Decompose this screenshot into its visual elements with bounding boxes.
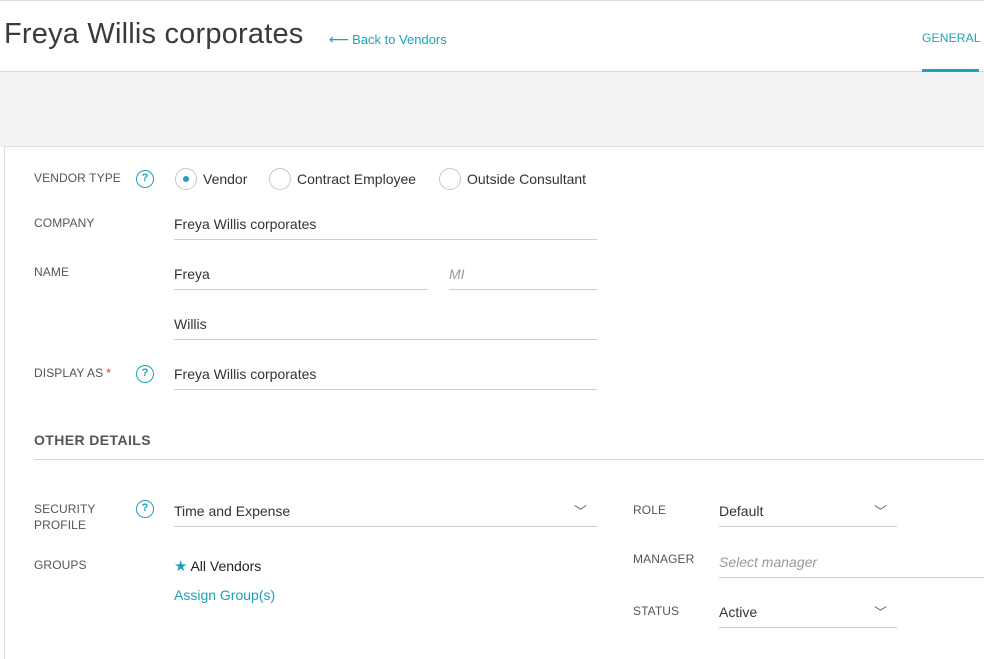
groups-label: GROUPS xyxy=(34,558,87,572)
required-marker: * xyxy=(106,366,112,380)
security-profile-label: SECURITY PROFILE xyxy=(34,502,96,532)
display-as-input[interactable]: Freya Willis corporates xyxy=(174,360,597,390)
status-select[interactable]: Active ﹀ xyxy=(719,598,897,628)
status-value: Active xyxy=(719,604,758,620)
vendor-type-help-icon[interactable]: ? xyxy=(136,170,154,188)
security-profile-help-icon[interactable]: ? xyxy=(136,500,154,518)
star-icon: ★ xyxy=(174,558,188,575)
first-name-input[interactable]: Freya xyxy=(174,260,428,290)
group-chip: ★ All Vendors xyxy=(174,557,261,575)
manager-label: MANAGER xyxy=(633,552,695,566)
section-divider xyxy=(34,459,984,460)
security-profile-select[interactable]: Time and Expense ﹀ xyxy=(174,497,597,527)
assign-groups-link[interactable]: Assign Group(s) xyxy=(174,587,275,603)
back-to-vendors-link[interactable]: ⟵ Back to Vendors xyxy=(329,31,447,48)
display-as-help-icon[interactable]: ? xyxy=(136,365,154,383)
header-spacer xyxy=(0,72,984,147)
company-input[interactable]: Freya Willis corporates xyxy=(174,210,597,240)
middle-initial-input[interactable]: MI xyxy=(449,260,597,290)
first-name-value: Freya xyxy=(174,266,210,282)
page-title: Freya Willis corporates xyxy=(4,18,304,50)
display-as-value: Freya Willis corporates xyxy=(174,366,317,382)
name-label: NAME xyxy=(34,265,70,279)
radio-unchecked-icon xyxy=(439,168,461,190)
radio-unchecked-icon xyxy=(269,168,291,190)
radio-vendor-label: Vendor xyxy=(203,171,248,187)
chevron-down-icon: ﹀ xyxy=(873,504,887,519)
last-name-input[interactable]: Willis xyxy=(174,310,597,340)
last-name-value: Willis xyxy=(174,316,207,332)
status-label: STATUS xyxy=(633,604,680,618)
radio-vendor[interactable]: Vendor xyxy=(175,168,247,190)
manager-placeholder: Select manager xyxy=(719,554,818,570)
security-profile-value: Time and Expense xyxy=(174,503,291,519)
company-label: COMPANY xyxy=(34,216,95,230)
other-details-heading: OTHER DETAILS xyxy=(34,432,151,448)
group-name: All Vendors xyxy=(190,558,262,574)
radio-checked-icon xyxy=(175,168,197,190)
radio-outside-consultant-label: Outside Consultant xyxy=(467,171,587,187)
role-label: ROLE xyxy=(633,503,667,517)
page-header: Freya Willis corporates ⟵ Back to Vendors… xyxy=(0,0,984,72)
tab-general[interactable]: GENERAL xyxy=(922,31,981,45)
radio-contract-employee[interactable]: Contract Employee xyxy=(269,168,416,190)
company-value: Freya Willis corporates xyxy=(174,216,317,232)
role-select[interactable]: Default ﹀ xyxy=(719,497,897,527)
chevron-down-icon: ﹀ xyxy=(873,605,887,620)
display-as-label: DISPLAY AS * xyxy=(34,366,111,380)
display-as-label-text: DISPLAY AS xyxy=(34,366,104,380)
arrow-left-icon: ⟵ xyxy=(329,31,350,47)
radio-contract-employee-label: Contract Employee xyxy=(297,171,417,187)
back-link-label: Back to Vendors xyxy=(352,32,447,47)
radio-outside-consultant[interactable]: Outside Consultant xyxy=(439,168,586,190)
vendor-type-label: VENDOR TYPE xyxy=(34,171,121,185)
role-value: Default xyxy=(719,503,764,519)
manager-input[interactable]: Select manager xyxy=(719,548,984,578)
middle-initial-placeholder: MI xyxy=(449,266,465,282)
chevron-down-icon: ﹀ xyxy=(573,504,587,519)
